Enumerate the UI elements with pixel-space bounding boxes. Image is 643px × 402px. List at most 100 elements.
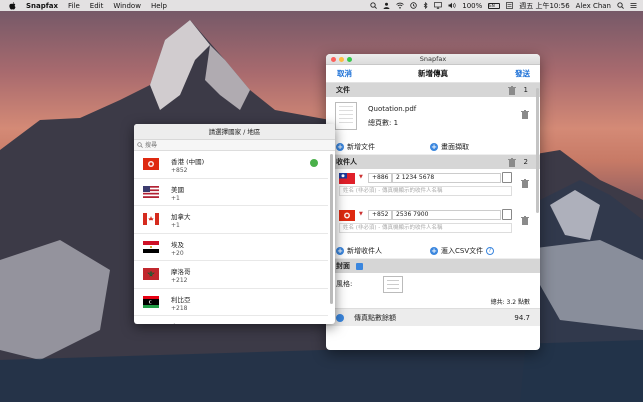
contacts-icon[interactable] xyxy=(502,172,512,183)
time-machine-icon[interactable] xyxy=(410,2,417,9)
search-icon[interactable] xyxy=(370,2,378,9)
fax-number-field[interactable]: 2 1234 5678 xyxy=(392,173,501,183)
country-code: +852 xyxy=(171,167,188,174)
country-name: 突尼 xyxy=(171,321,184,324)
documents-section-header: 文件 1 xyxy=(326,83,540,97)
cover-header: 封面 xyxy=(336,262,350,270)
clock[interactable]: 週五 上午10:56 xyxy=(519,1,569,11)
user-name[interactable]: Alex Chan xyxy=(576,2,611,10)
documents-count: 1 xyxy=(523,86,528,94)
morocco-flag-icon xyxy=(143,268,159,280)
zoom-button[interactable] xyxy=(347,57,352,62)
import-csv-button[interactable]: + 滙入CSV文件 xyxy=(430,246,483,256)
import-csv-label: 滙入CSV文件 xyxy=(441,246,484,255)
recipients-count: 2 xyxy=(523,158,528,166)
recipient-actions: + 新增收件人 + 滙入CSV文件 ? xyxy=(326,243,540,259)
taiwan-flag-icon[interactable] xyxy=(339,173,355,184)
country-name: 加拿大 xyxy=(171,213,191,221)
document-actions: + 新增文件 + 畫面擷取 xyxy=(326,139,540,155)
menu-file[interactable]: File xyxy=(68,2,80,10)
hong-kong-flag-icon[interactable] xyxy=(339,210,355,221)
country-code: +1 xyxy=(171,222,180,229)
search-input[interactable] xyxy=(145,141,325,150)
search-icon xyxy=(137,142,143,150)
document-file-name: Quotation.pdf xyxy=(368,105,417,113)
country-name: 摩洛哥 xyxy=(171,268,191,276)
trash-icon[interactable] xyxy=(521,179,529,190)
add-recipient-button[interactable]: + 新增收件人 xyxy=(336,246,382,256)
recipient-row: ▼ +886 2 1234 5678 姓名 (非必須) - 傳真機顯示的收件人名… xyxy=(326,169,540,206)
picker-search xyxy=(134,140,335,151)
add-document-button[interactable]: + 新增文件 xyxy=(336,142,375,152)
recipients-section-header: 收件人 2 xyxy=(326,155,540,169)
list-item[interactable]: 突尼 xyxy=(134,316,328,324)
add-document-label: 新增文件 xyxy=(347,142,375,151)
contacts-icon[interactable] xyxy=(502,209,512,220)
trash-icon[interactable] xyxy=(521,216,529,227)
cover-checkbox[interactable] xyxy=(356,262,363,270)
cover-section-header: 封面 xyxy=(326,259,540,273)
usa-flag-icon xyxy=(143,185,159,198)
airplay-icon[interactable] xyxy=(434,2,443,9)
page-title: 新增傳真 xyxy=(418,69,448,78)
trash-all-documents-icon[interactable] xyxy=(508,86,516,97)
fax-points-row[interactable]: 傳真點數餘額 94.7 xyxy=(326,308,540,326)
wifi-icon[interactable] xyxy=(396,2,405,9)
list-item[interactable]: 埃及 +20 xyxy=(134,234,328,261)
trash-all-recipients-icon[interactable] xyxy=(508,158,516,169)
add-recipient-label: 新增收件人 xyxy=(347,246,382,255)
picker-scrollbar[interactable] xyxy=(330,154,333,304)
nav-bar: 取消 新增傳真 發送 xyxy=(326,65,540,83)
menu-edit[interactable]: Edit xyxy=(90,2,104,10)
trash-icon[interactable] xyxy=(521,110,529,121)
cancel-button[interactable]: 取消 xyxy=(337,68,352,79)
bluetooth-icon[interactable] xyxy=(423,2,428,9)
window-scrollbar[interactable] xyxy=(536,88,539,213)
country-dropdown-icon[interactable]: ▼ xyxy=(359,211,363,217)
notification-center-icon[interactable] xyxy=(630,2,637,9)
recipient-name-field[interactable]: 姓名 (非必須) - 傳真機顯示的收件人名稱 xyxy=(339,223,512,233)
fax-number-field[interactable]: 2536 7900 xyxy=(392,210,501,220)
menu-help[interactable]: Help xyxy=(151,2,167,10)
spotlight-icon[interactable] xyxy=(617,2,624,9)
battery-icon[interactable]: EN xyxy=(488,2,501,9)
snapfax-window: Snapfax 取消 新增傳真 發送 文件 1 Quotation.pdf 總頁… xyxy=(326,54,540,350)
egypt-flag-icon xyxy=(143,240,159,253)
country-dropdown-icon[interactable]: ▼ xyxy=(359,174,363,180)
help-button[interactable]: ? xyxy=(486,246,494,255)
list-item[interactable]: 香港 (中國) +852 xyxy=(134,151,328,179)
country-code: +212 xyxy=(171,277,188,284)
documents-header: 文件 xyxy=(336,86,350,94)
country-code-field[interactable]: +852 xyxy=(368,210,392,220)
window-title: Snapfax xyxy=(419,55,447,63)
recipient-name-field[interactable]: 姓名 (非必須) - 傳真機顯示的收件人名稱 xyxy=(339,186,512,196)
plus-icon: + xyxy=(430,246,438,255)
plus-icon: + xyxy=(430,142,438,151)
menu-app-name[interactable]: Snapfax xyxy=(26,2,58,10)
canada-flag-icon xyxy=(143,213,159,225)
apple-icon[interactable] xyxy=(9,1,17,10)
country-name: 美國 xyxy=(171,185,184,194)
cover-style-thumbnail[interactable] xyxy=(383,276,403,293)
recipient-row: ▼ +852 2536 7900 姓名 (非必須) - 傳真機顯示的收件人名稱 xyxy=(326,206,540,243)
plus-icon: + xyxy=(336,246,344,255)
menu-window[interactable]: Window xyxy=(113,2,141,10)
battery-percent[interactable]: 100% xyxy=(462,2,482,10)
list-icon[interactable] xyxy=(506,2,514,9)
list-item[interactable]: 摩洛哥 +212 xyxy=(134,261,328,289)
list-item[interactable]: 加拿大 +1 xyxy=(134,206,328,234)
user-icon[interactable] xyxy=(383,2,390,9)
close-button[interactable] xyxy=(331,57,336,62)
send-button[interactable]: 發送 xyxy=(515,68,530,79)
gear-icon[interactable] xyxy=(336,313,344,322)
capture-screen-button[interactable]: + 畫面擷取 xyxy=(430,142,469,152)
volume-icon[interactable] xyxy=(448,2,456,9)
document-row[interactable]: Quotation.pdf 總頁數: 1 xyxy=(326,97,540,139)
list-item[interactable]: 美國 +1 xyxy=(134,179,328,206)
minimize-button[interactable] xyxy=(339,57,344,62)
window-titlebar[interactable]: Snapfax xyxy=(326,54,540,65)
list-item[interactable]: 利比亞 +218 xyxy=(134,289,328,316)
country-code-field[interactable]: +886 xyxy=(368,173,392,183)
fax-points-label: 傳真點數餘額 xyxy=(354,313,396,322)
plus-icon: + xyxy=(336,142,344,151)
